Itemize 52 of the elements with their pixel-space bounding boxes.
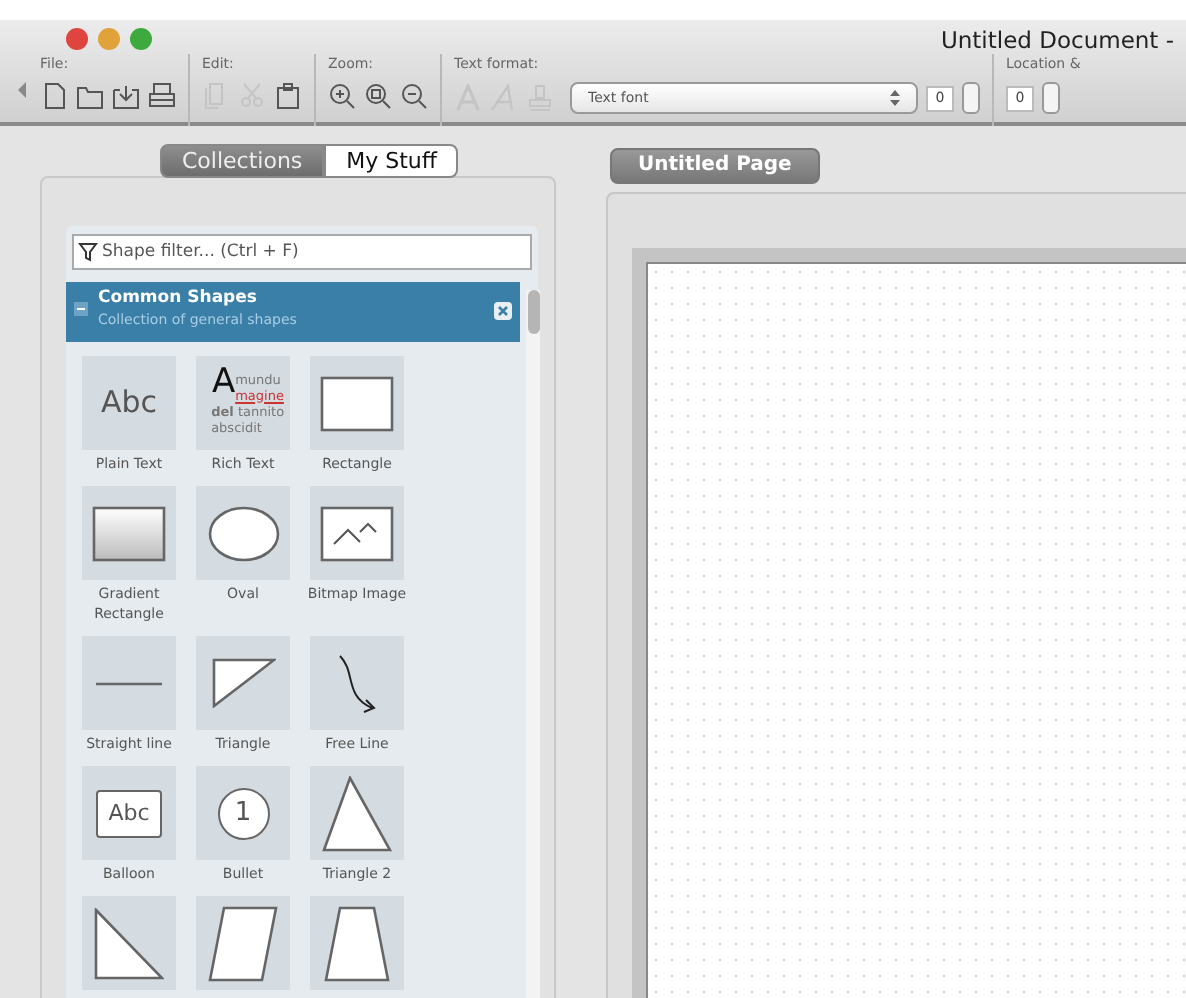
zoom-icon[interactable]	[364, 82, 392, 110]
stepper-control[interactable]	[962, 82, 980, 114]
shape-tile[interactable]	[310, 766, 404, 860]
shape-tile[interactable]	[310, 636, 404, 730]
picture-frame-drawing	[320, 505, 394, 561]
shape-tile[interactable]	[82, 486, 176, 580]
scroll-thumb[interactable]	[527, 290, 539, 334]
shape-tile[interactable]	[196, 896, 290, 990]
gradient-rectangle-drawing	[92, 505, 166, 561]
panel-tab[interactable]: Collections	[160, 144, 325, 178]
numbered-circle: 1	[217, 787, 269, 839]
collapse-icon[interactable]	[74, 302, 88, 316]
stepper-control[interactable]	[1042, 82, 1060, 114]
curved-arrow-drawing	[338, 653, 376, 713]
window-title: Untitled Document -	[940, 24, 1174, 57]
close-button[interactable]	[66, 28, 88, 50]
trapezoid-drawing	[324, 905, 390, 981]
line-drawing	[94, 681, 164, 685]
close-icon[interactable]	[494, 302, 512, 320]
triangle-drawing	[211, 658, 275, 708]
triangle-drawing	[322, 775, 392, 851]
shape-tile[interactable]	[196, 636, 290, 730]
funnel-icon	[78, 242, 98, 262]
rectangle-drawing	[320, 375, 394, 431]
shape-tile[interactable]	[310, 896, 404, 990]
shape-tile[interactable]: 1	[196, 766, 290, 860]
preview-text: Abc	[100, 382, 158, 425]
oval-drawing	[207, 505, 279, 561]
triangle-drawing	[94, 907, 164, 979]
collection-title: Common Shapes	[98, 288, 259, 310]
printer-icon[interactable]	[148, 82, 176, 110]
shape-tile[interactable]	[82, 896, 176, 990]
tray-icon[interactable]	[112, 82, 140, 110]
shape-tile[interactable]: Abc	[82, 356, 176, 450]
clipboard-icon[interactable]	[274, 82, 302, 110]
scrollbar[interactable]	[526, 290, 540, 998]
updown-arrows-icon[interactable]	[890, 90, 900, 106]
shape-tile[interactable]	[196, 486, 290, 580]
shape-tile[interactable]: Abc	[82, 766, 176, 860]
shape-tile[interactable]	[310, 486, 404, 580]
parallelogram-drawing	[208, 905, 278, 981]
speech-balloon: Abc	[96, 789, 162, 837]
zoom-in-icon[interactable]	[328, 82, 356, 110]
preview-letter: A	[211, 366, 236, 398]
zoom-out-icon[interactable]	[400, 82, 428, 110]
shape-tile[interactable]	[82, 636, 176, 730]
shape-tile[interactable]	[310, 356, 404, 450]
folder-icon[interactable]	[76, 82, 104, 110]
panel-tab[interactable]: My Stuff	[324, 144, 459, 178]
filter-field[interactable]: Shape filter... (Ctrl + F)	[74, 236, 530, 268]
document-icon[interactable]	[40, 82, 68, 110]
caret-icon[interactable]	[18, 82, 28, 98]
